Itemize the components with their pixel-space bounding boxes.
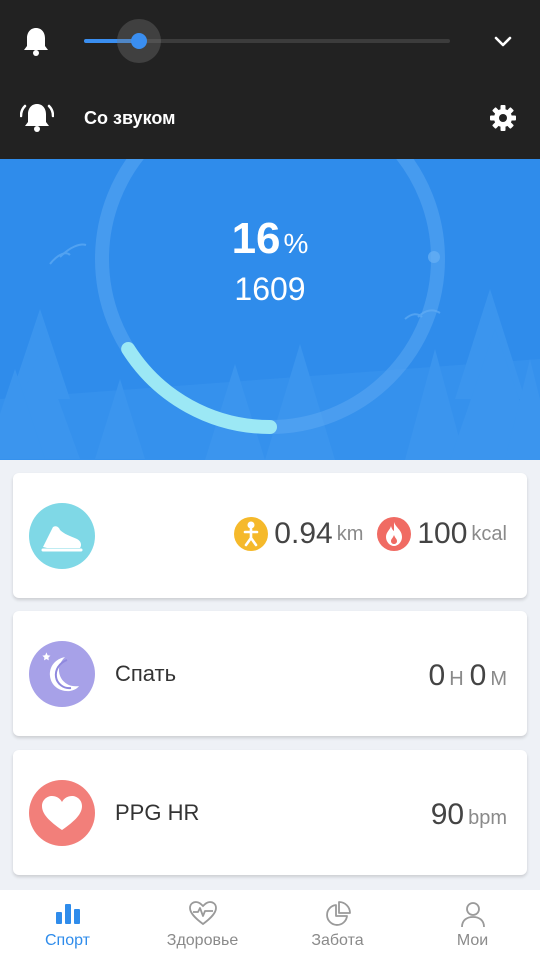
- pie-chart-icon: [325, 901, 351, 926]
- distance-unit: km: [336, 522, 364, 545]
- nav-sport[interactable]: Спорт: [0, 890, 135, 960]
- distance-stat: 0.94 km: [234, 517, 363, 551]
- chevron-down-icon[interactable]: [492, 32, 514, 52]
- ringing-bell-icon[interactable]: [20, 100, 54, 134]
- sleep-label: Спать: [115, 661, 177, 686]
- moon-icon: [29, 641, 95, 707]
- heart-pulse-icon: [188, 901, 217, 926]
- shoe-icon: [29, 503, 95, 569]
- nav-sport-label: Спорт: [45, 932, 90, 949]
- activity-stats: 0.94 km 100 kcal: [234, 517, 507, 551]
- sleep-duration: 0 Н 0 М: [429, 659, 508, 693]
- nav-health[interactable]: Здоровье: [135, 890, 270, 960]
- bar-chart-icon: [55, 904, 80, 924]
- heart-rate-value: 90: [430, 798, 465, 831]
- flame-icon: [377, 517, 412, 551]
- nav-profile-label: Мои: [456, 932, 489, 949]
- calories-unit: kcal: [471, 522, 507, 545]
- bell-icon[interactable]: [22, 26, 50, 56]
- volume-slider-thumb[interactable]: [130, 33, 147, 49]
- nav-care[interactable]: Забота: [270, 890, 405, 960]
- heart-rate-value-group: 90 bpm: [431, 798, 507, 832]
- nav-health-label: Здоровье: [166, 932, 239, 949]
- activity-card[interactable]: 0.94 km 100 kcal: [13, 473, 527, 598]
- goal-percent: 16%: [0, 214, 540, 264]
- calories-value: 100: [417, 517, 468, 550]
- walker-icon: [234, 517, 269, 551]
- calories-stat: 100 kcal: [377, 517, 507, 551]
- bottom-navigation: Спорт Здоровье Забота Мои: [0, 890, 540, 960]
- heart-rate-card[interactable]: PPG HR 90 bpm: [13, 750, 527, 875]
- nav-profile[interactable]: Мои: [405, 890, 540, 960]
- daily-goal-panel[interactable]: 16% 1609: [0, 159, 540, 460]
- sleep-minutes: 0: [469, 659, 487, 692]
- heart-rate-unit: bpm: [468, 807, 507, 829]
- sleep-minutes-unit: М: [490, 668, 507, 690]
- goal-percent-value: 16: [231, 214, 281, 263]
- nav-care-label: Забота: [311, 932, 364, 949]
- forest-background: [0, 159, 540, 460]
- distance-value: 0.94: [274, 517, 333, 550]
- sleep-card[interactable]: Спать 0 Н 0 М: [13, 611, 527, 736]
- step-count: 1609: [234, 271, 306, 307]
- sleep-hours: 0: [428, 659, 446, 692]
- sleep-hours-unit: Н: [449, 668, 464, 690]
- person-icon: [460, 902, 485, 928]
- sound-mode-label: Со звуком: [84, 108, 176, 128]
- notification-shade: Со звуком: [0, 0, 540, 159]
- heart-icon: [29, 780, 95, 846]
- heart-rate-label: PPG HR: [115, 800, 200, 825]
- goal-percent-sign: %: [283, 228, 309, 259]
- gear-icon[interactable]: [489, 104, 517, 132]
